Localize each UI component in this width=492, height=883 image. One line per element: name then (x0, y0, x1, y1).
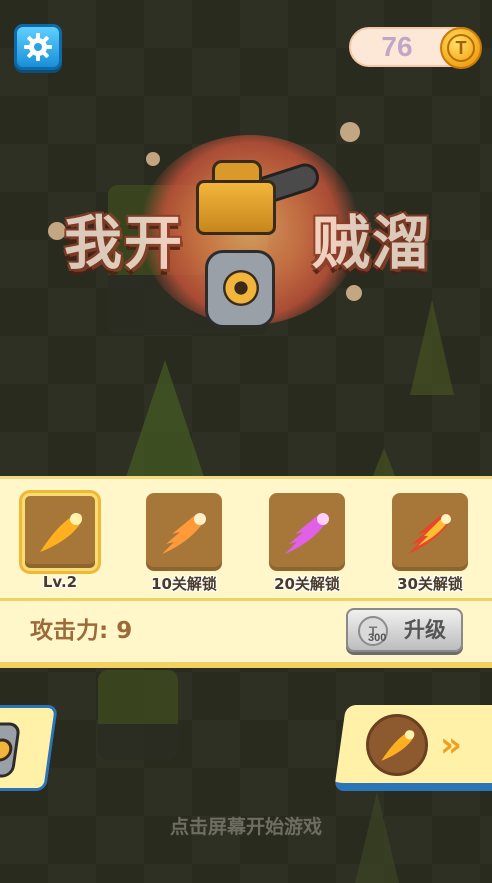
weapon-preview[interactable] (366, 714, 428, 776)
attack-power-label: 攻击力: 9 (30, 618, 133, 644)
flame-bullet-icon (162, 513, 206, 554)
smoke-puff (346, 285, 362, 301)
weapon-slot-3-label: 20关解锁 (274, 575, 340, 593)
bullet-icon (40, 513, 83, 552)
weapon-slot-1-label: Lv.2 (42, 573, 78, 591)
bullet-icon (381, 730, 415, 761)
weapon-slot-4-label: 30关解锁 (397, 575, 463, 593)
settings-button[interactable] (14, 24, 62, 70)
next-arrows-icon[interactable]: » (440, 722, 462, 768)
background-tree (372, 448, 396, 478)
upgrade-button[interactable]: T 300 升级 (346, 608, 463, 652)
weapon-slot-4[interactable] (392, 493, 468, 571)
upgrade-cost: 300 (368, 632, 387, 644)
fire-bullet-icon (408, 513, 451, 554)
tank-wheel-icon (0, 722, 20, 778)
background-tree (125, 360, 205, 480)
coin-icon: T (440, 27, 482, 69)
weapon-slot-2[interactable] (146, 493, 222, 571)
smoke-puff (340, 122, 360, 142)
panel-divider (0, 598, 492, 601)
tank-wheel (223, 270, 259, 306)
smoke-puff (146, 152, 160, 166)
gear-icon (24, 33, 52, 61)
tap-to-start-hint[interactable]: 点击屏幕开始游戏 (0, 812, 492, 839)
weapon-slot-2-label: 10关解锁 (151, 575, 217, 593)
game-title-left: 我开 (64, 209, 185, 277)
game-title-right: 贼溜 (312, 209, 433, 277)
coin-symbol: T (447, 34, 475, 62)
coin-count: 76 (381, 31, 413, 62)
background-tree (410, 300, 454, 395)
background-platform (98, 670, 178, 760)
weapon-slot-1[interactable] (22, 493, 98, 571)
vehicle-select-button[interactable] (0, 705, 59, 791)
weapon-slot-3[interactable] (269, 493, 345, 571)
tank-body (196, 180, 276, 235)
magic-bullet-icon (285, 513, 329, 554)
upgrade-label: 升级 (404, 618, 446, 642)
